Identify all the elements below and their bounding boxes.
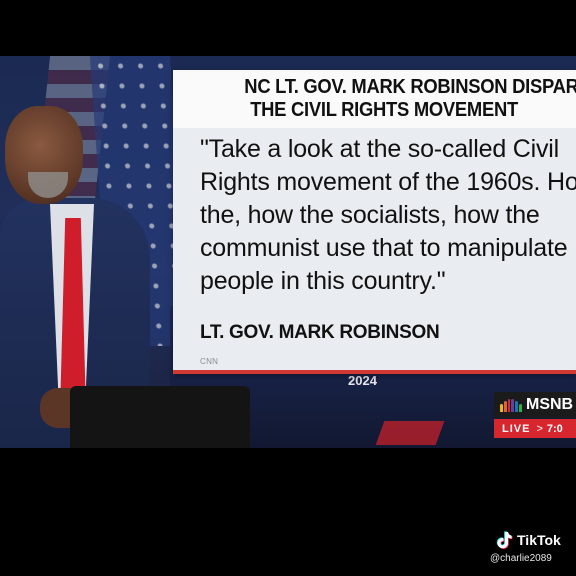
tiktok-handle: @charlie2089 — [490, 553, 552, 564]
live-arrow-icon: > — [536, 422, 543, 435]
network-name: MSNB — [526, 396, 574, 413]
quote-attribution: LT. GOV. MARK ROBINSON — [200, 322, 440, 343]
quote-line: people in this country." — [200, 267, 446, 295]
quote-card: NC LT. GOV. MARK ROBINSON DISPARAG THE C… — [173, 70, 576, 374]
backdrop-year: 2024 — [348, 373, 377, 388]
network-logo-row: MSNB — [494, 392, 576, 418]
headline: NC LT. GOV. MARK ROBINSON DISPARAG THE C… — [195, 76, 576, 122]
quote-line: communist use that to manipulate — [200, 234, 568, 262]
podium — [70, 386, 250, 448]
headline-line: THE CIVIL RIGHTS MOVEMENT — [250, 99, 518, 121]
tiktok-icon — [496, 531, 513, 549]
peacock-icon — [500, 398, 522, 412]
tiktok-watermark: TikTok @charlie2089 — [490, 530, 576, 570]
live-time: 7:0 — [546, 422, 563, 435]
live-label: LIVE — [502, 422, 531, 435]
source-label: CNN — [200, 357, 219, 366]
quote-line: "Take a look at the so-called Civil — [200, 135, 559, 163]
network-bug: MSNB LIVE > 7:0 — [494, 392, 576, 442]
card-bottom-bar — [173, 370, 576, 374]
quote-line: the, how the socialists, how the — [200, 201, 540, 229]
stage-red-accent — [375, 421, 445, 445]
tiktok-brand: TikTok — [517, 532, 561, 548]
quote-text: "Take a look at the so-called Civil Righ… — [200, 133, 576, 298]
headline-line: NC LT. GOV. MARK ROBINSON DISPARAG — [244, 76, 576, 98]
live-bar: LIVE > 7:0 — [494, 419, 576, 438]
quote-line: Rights movement of the 1960s. How — [200, 168, 576, 196]
